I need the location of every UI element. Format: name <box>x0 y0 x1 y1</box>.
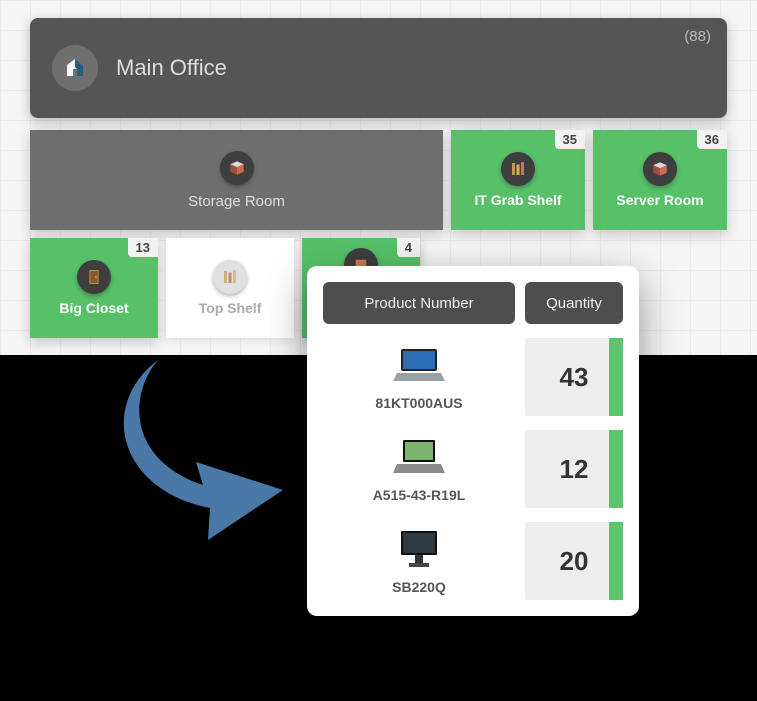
location-title: Big Closet <box>59 300 128 316</box>
location-title: Server Room <box>616 192 703 208</box>
table-row[interactable]: SB220Q 20 <box>323 522 623 600</box>
table-row[interactable]: A515-43-R19L 12 <box>323 430 623 508</box>
location-title: IT Grab Shelf <box>474 192 561 208</box>
product-number: 81KT000AUS <box>375 395 462 411</box>
product-number: SB220Q <box>392 579 446 595</box>
item-count-badge: 36 <box>697 130 727 149</box>
item-count-badge: 13 <box>128 238 158 257</box>
item-count-badge: 4 <box>397 238 420 257</box>
quantity-value: 12 <box>560 454 589 485</box>
quantity-value: 20 <box>560 546 589 577</box>
item-count-badge: 35 <box>555 130 585 149</box>
product-image-laptop <box>389 435 449 479</box>
location-storage-room[interactable]: Storage Room <box>30 130 443 230</box>
server-icon <box>643 152 677 186</box>
shelf-icon <box>213 260 247 294</box>
col-header-quantity: Quantity <box>525 282 623 324</box>
product-image-monitor <box>389 527 449 571</box>
door-icon <box>77 260 111 294</box>
product-number: A515-43-R19L <box>373 487 466 503</box>
location-title: Top Shelf <box>199 300 262 316</box>
col-header-product: Product Number <box>323 282 515 324</box>
location-title: Main Office <box>116 55 227 81</box>
location-big-closet[interactable]: 13 Big Closet <box>30 238 158 338</box>
quantity-cell: 12 <box>525 430 623 508</box>
product-image-laptop <box>389 343 449 387</box>
quantity-value: 43 <box>560 362 589 393</box>
location-server-room[interactable]: 36 Server Room <box>593 130 727 230</box>
quantity-cell: 43 <box>525 338 623 416</box>
quantity-cell: 20 <box>525 522 623 600</box>
box-icon <box>220 151 254 185</box>
location-top-shelf[interactable]: Top Shelf <box>166 238 294 338</box>
building-icon <box>52 45 98 91</box>
table-row[interactable]: 81KT000AUS 43 <box>323 338 623 416</box>
location-title: Storage Room <box>188 193 285 210</box>
inventory-popup: Product Number Quantity 81KT000AUS 43 <box>307 266 639 616</box>
location-main-office[interactable]: Main Office (88) <box>30 18 727 118</box>
location-count: (88) <box>684 28 711 45</box>
arrow-icon <box>108 350 308 545</box>
location-it-grab-shelf[interactable]: 35 IT Grab Shelf <box>451 130 585 230</box>
shelf-icon <box>501 152 535 186</box>
